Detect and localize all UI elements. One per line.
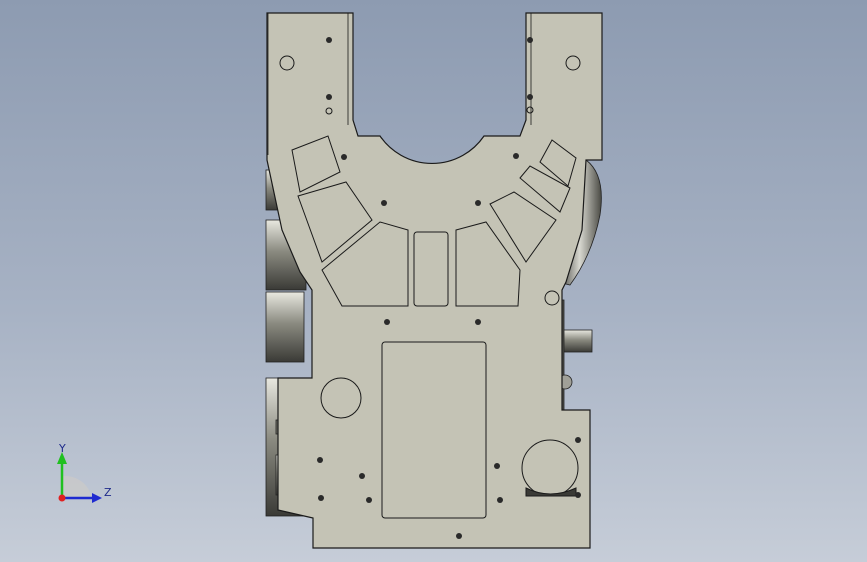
triad-plane: [62, 475, 92, 498]
coordinate-triad: Y Z: [48, 440, 118, 510]
z-axis-label: Z: [104, 486, 112, 499]
cad-graphics-viewport[interactable]: Y Z: [0, 0, 867, 562]
y-axis-label: Y: [59, 442, 66, 455]
x-axis-dot: [58, 494, 66, 502]
z-axis-arrowhead: [92, 493, 102, 503]
cad-part-model[interactable]: [0, 0, 867, 562]
